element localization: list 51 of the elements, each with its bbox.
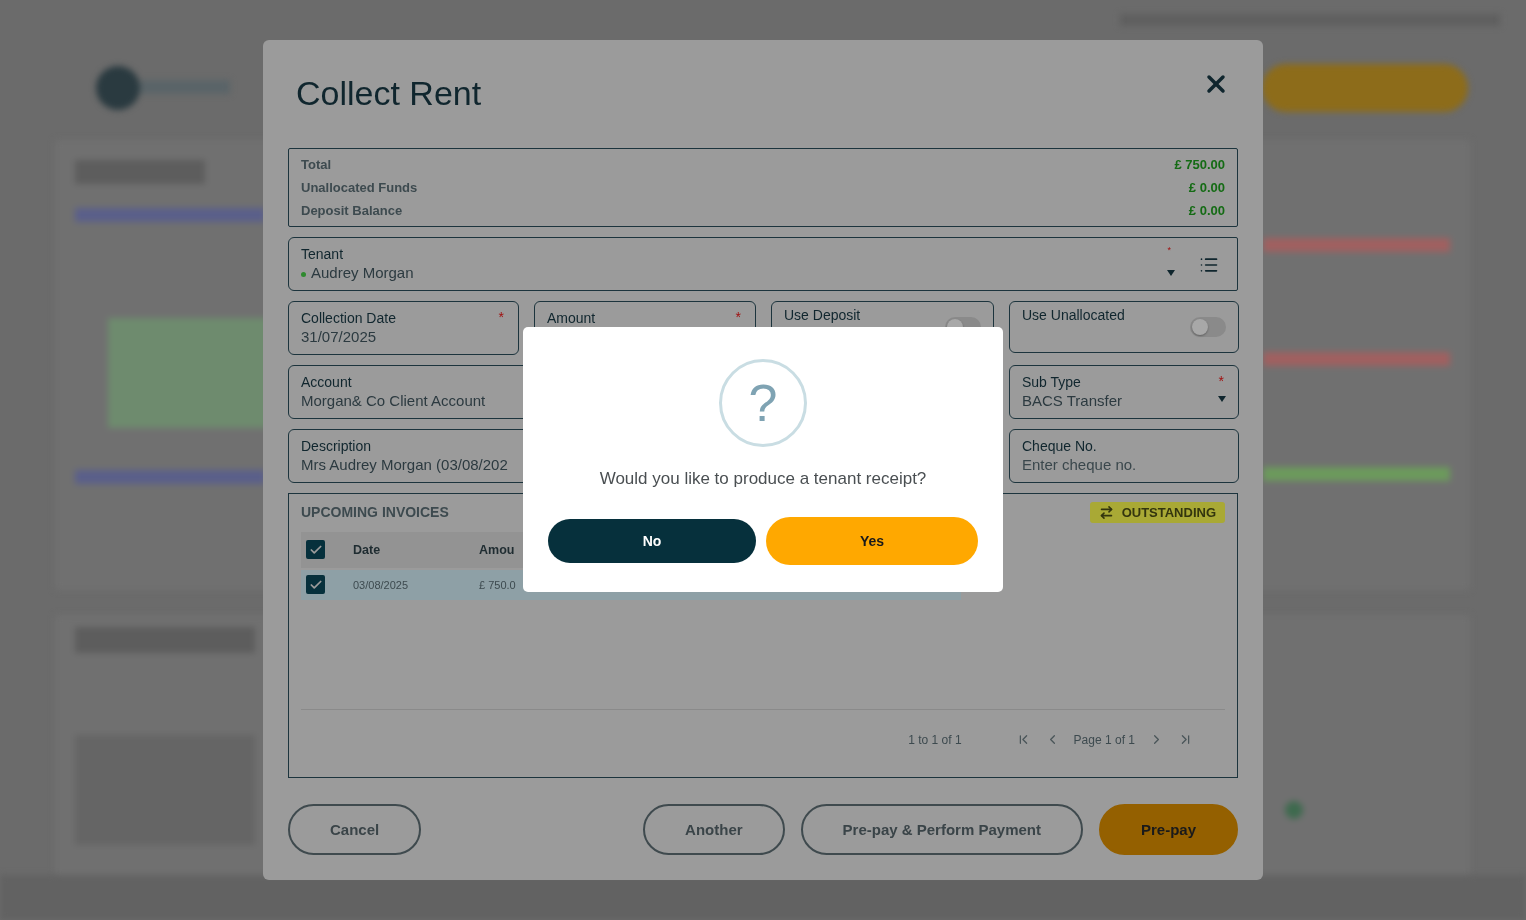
page-indicator: Page 1 of 1 xyxy=(1073,732,1135,747)
select-field[interactable]: Sub Type BACS Transfer * xyxy=(1009,364,1239,419)
summary-amount: £ 750.00 xyxy=(1174,155,1225,174)
required-mark: * xyxy=(735,308,741,325)
question-icon: ? xyxy=(719,359,807,447)
field-value: 31/07/2025 xyxy=(301,328,377,346)
dialog-title: Collect Rent xyxy=(296,74,482,113)
summary-label: Total xyxy=(301,155,332,174)
required-mark: * xyxy=(498,308,504,325)
field-value: Audrey Morgan xyxy=(301,264,414,282)
caret-icon xyxy=(1218,395,1226,402)
checkbox[interactable] xyxy=(306,540,325,560)
summary-amount: £ 0.00 xyxy=(1188,178,1225,197)
field-label: Tenant xyxy=(301,246,344,263)
field-placeholder: Enter cheque no. xyxy=(1022,456,1137,474)
field-label: Description xyxy=(301,438,372,455)
section-title: UPCOMING INVOICES xyxy=(301,504,449,521)
checkbox[interactable] xyxy=(306,575,325,595)
column-header: Date xyxy=(353,542,381,557)
column-header: Amou xyxy=(479,542,515,557)
footer-button[interactable]: Pre-pay xyxy=(1098,804,1238,855)
required-mark: * xyxy=(1167,244,1171,255)
toggle-switch[interactable] xyxy=(1190,316,1226,337)
outstanding-badge[interactable]: OUTSTANDING xyxy=(1089,501,1225,523)
field-value: BACS Transfer xyxy=(1022,392,1123,410)
required-mark: * xyxy=(1218,372,1224,389)
table-cell: 03/08/2025 xyxy=(353,578,409,591)
field-label: Amount xyxy=(547,310,596,327)
footer-button[interactable]: Another xyxy=(643,804,785,855)
dialog-message: Would you like to produce a tenant receipt? xyxy=(599,469,927,489)
input-field[interactable]: Collection Date 31/07/2025 * xyxy=(288,300,519,355)
footer-button[interactable]: Pre-pay & Perform Payment xyxy=(800,804,1083,855)
field-label: Sub Type xyxy=(1022,374,1081,391)
summary-label: Unallocated Funds xyxy=(301,178,418,197)
row-range: 1 to 1 of 1 xyxy=(908,732,962,747)
field-value: Mrs Audrey Morgan (03/08/202 xyxy=(301,456,508,474)
table-cell: £ 750.0 xyxy=(479,578,516,591)
dialog-button[interactable]: No xyxy=(548,519,756,563)
footer-button[interactable]: Cancel xyxy=(288,804,422,855)
field-label: Use Deposit xyxy=(784,306,861,323)
summary-label: Deposit Balance xyxy=(301,201,403,220)
field-label: Account xyxy=(301,374,352,391)
summary-amount: £ 0.00 xyxy=(1188,201,1225,220)
caret-icon xyxy=(1167,269,1175,276)
field-label: Use Unallocated xyxy=(1022,306,1125,323)
dialog-button[interactable]: Yes xyxy=(766,517,978,565)
input-field[interactable]: Cheque No. Enter cheque no. xyxy=(1009,428,1239,483)
field-value: Morgan& Co Client Account xyxy=(301,392,486,410)
field-label: Cheque No. xyxy=(1022,438,1097,455)
field-label: Collection Date xyxy=(301,310,396,327)
tenant-select[interactable]: Tenant Audrey Morgan * xyxy=(288,236,1238,291)
